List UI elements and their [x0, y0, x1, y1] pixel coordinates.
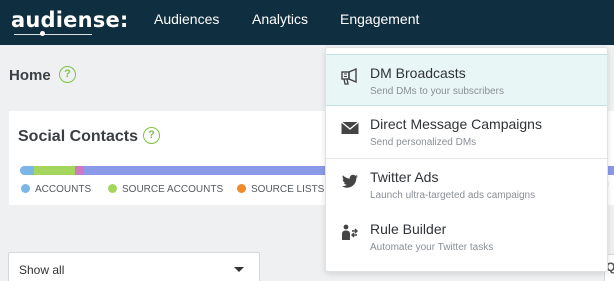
- menu-item-subtitle: Send personalized DMs: [370, 137, 477, 148]
- audiense-logo[interactable]: audiense:: [11, 8, 129, 32]
- legend-source-lists-dot: [237, 184, 246, 193]
- menu-item-direct-message-campaigns[interactable]: Direct Message Campaigns Send personaliz…: [326, 106, 607, 158]
- show-all-select[interactable]: Show all: [8, 252, 260, 281]
- menu-item-dm-broadcasts[interactable]: DM Broadcasts Send DMs to your subscribe…: [326, 54, 607, 106]
- legend-source-accounts-dot: [108, 184, 117, 193]
- menu-item-twitter-ads[interactable]: Twitter Ads Launch ultra-targeted ads ca…: [326, 159, 607, 211]
- nav-engagement[interactable]: Engagement: [340, 11, 419, 27]
- bar-segment-source-accounts: [34, 166, 76, 175]
- envelope-icon: [341, 121, 359, 134]
- page-title: Home: [9, 67, 51, 84]
- legend-source-lists[interactable]: SOURCE LISTS: [237, 184, 324, 195]
- nav-analytics[interactable]: Analytics: [252, 11, 308, 27]
- nav-audiences[interactable]: Audiences: [154, 11, 219, 27]
- legend-source-accounts[interactable]: SOURCE ACCOUNTS: [108, 184, 223, 195]
- social-contacts-title: Social Contacts: [18, 128, 139, 145]
- legend-source-lists-label: SOURCE LISTS: [251, 184, 325, 195]
- menu-item-subtitle: Automate your Twitter tasks: [370, 242, 494, 253]
- bar-segment-accounts: [20, 166, 35, 175]
- help-icon[interactable]: ?: [59, 66, 76, 83]
- menu-item-title: Direct Message Campaigns: [370, 116, 542, 132]
- menu-item-rule-builder[interactable]: Rule Builder Automate your Twitter tasks: [326, 211, 607, 263]
- social-contacts-help-icon[interactable]: ?: [143, 127, 160, 144]
- engagement-dropdown-menu: DM Broadcasts Send DMs to your subscribe…: [325, 47, 608, 272]
- menu-item-subtitle: Launch ultra-targeted ads campaigns: [370, 190, 536, 201]
- megaphone-icon: [341, 67, 357, 85]
- legend-accounts-dot: [21, 184, 30, 193]
- top-navigation-bar: audiense: Audiences Analytics Engagement: [0, 0, 614, 45]
- rule-builder-icon: [342, 224, 358, 240]
- logo-dot: [40, 31, 45, 36]
- menu-item-subtitle: Send DMs to your subscribers: [370, 86, 504, 97]
- chevron-down-icon: [234, 267, 244, 272]
- menu-item-title: Twitter Ads: [370, 169, 439, 185]
- bar-segment-source-lists: [75, 166, 84, 175]
- legend-accounts-label: ACCOUNTS: [35, 184, 92, 195]
- legend-source-accounts-label: SOURCE ACCOUNTS: [122, 184, 224, 195]
- logo-underline: [14, 34, 92, 35]
- menu-item-title: Rule Builder: [370, 221, 447, 237]
- legend-accounts[interactable]: ACCOUNTS: [21, 184, 91, 195]
- show-all-select-value: Show all: [19, 263, 65, 277]
- twitter-bird-icon: [342, 174, 358, 188]
- menu-item-title: DM Broadcasts: [370, 65, 466, 81]
